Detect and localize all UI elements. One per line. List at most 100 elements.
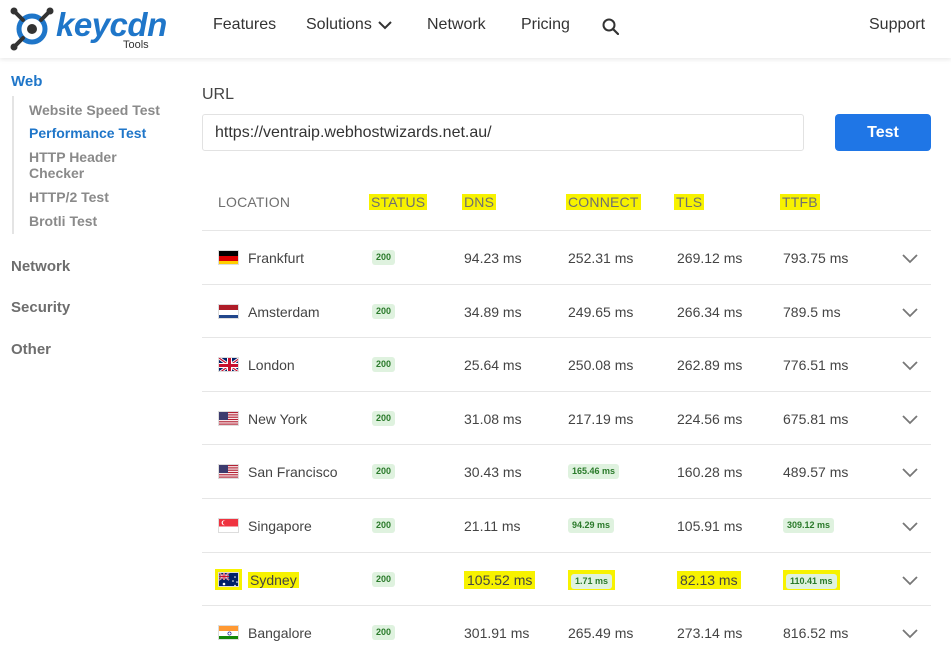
connect-cell: 250.08 ms: [568, 338, 633, 391]
tls-cell: 82.13 ms: [677, 553, 741, 606]
sidebar-item-http-header-checker[interactable]: HTTP Header Checker: [29, 149, 129, 181]
search-icon[interactable]: [602, 18, 619, 35]
dns-cell: 105.52 ms: [464, 553, 536, 606]
table-row-san-francisco[interactable]: San Francisco 200 30.43 ms 165.46 ms 160.28 …: [202, 445, 931, 498]
nav-features[interactable]: Features: [213, 16, 276, 34]
status-cell: 200: [372, 338, 396, 391]
dns-cell: 301.91 ms: [464, 606, 529, 659]
ttfb-cell: 489.57 ms: [783, 445, 848, 498]
status-value: 200: [372, 572, 396, 587]
sidebar-item-performance-test[interactable]: Performance Test: [29, 125, 169, 141]
tls-value: 269.12 ms: [677, 249, 743, 266]
chevron-down-icon: [378, 21, 392, 30]
table-row-sydney[interactable]: Sydney 200 105.52 ms 1.71 ms 82.13 ms 110.41 …: [202, 553, 931, 606]
table-row-new-york[interactable]: New York 200 31.08 ms 217.19 ms 224.56 ms 675…: [202, 392, 931, 445]
url-input[interactable]: [202, 114, 804, 151]
location-name: Bangalore: [248, 624, 312, 641]
netherlands-flag-icon: [218, 304, 239, 319]
nav-network[interactable]: Network: [427, 16, 486, 34]
dns-cell: 94.23 ms: [464, 231, 522, 284]
status-value: 200: [372, 304, 396, 319]
sidebar-section-other[interactable]: Other: [11, 341, 51, 358]
us-flag-icon: [218, 411, 239, 426]
status-cell: 200: [372, 606, 396, 659]
chevron-down-icon[interactable]: [901, 249, 919, 267]
highlight-mark: 105.52 ms: [464, 570, 536, 589]
status-value: 200: [372, 357, 396, 372]
column-header-status: STATUS: [369, 194, 428, 210]
status-cell: 200: [372, 445, 396, 498]
connect-cell: 94.29 ms: [568, 499, 615, 552]
connect-cell: 252.31 ms: [568, 231, 633, 284]
sidebar-item-http2-test[interactable]: HTTP/2 Test: [29, 189, 169, 205]
sidebar-item-brotli-test[interactable]: Brotli Test: [29, 213, 169, 229]
tls-value: 266.34 ms: [677, 303, 743, 320]
dns-value: 31.08 ms: [464, 410, 522, 427]
tls-value: 273.14 ms: [677, 624, 743, 641]
location-name: Singapore: [248, 517, 312, 534]
column-header-connect: CONNECT: [566, 194, 641, 210]
column-header-location: LOCATION: [218, 194, 291, 210]
column-header-ttfb: TTFB: [780, 194, 820, 210]
highlight-mark: 110.41 ms: [783, 569, 840, 590]
location-cell: Amsterdam: [218, 285, 320, 338]
location-cell: London: [218, 338, 295, 391]
ttfb-cell: 675.81 ms: [783, 392, 848, 445]
table-row-amsterdam[interactable]: Amsterdam 200 34.89 ms 249.65 ms 266.34 ms 78…: [202, 285, 931, 338]
sidebar-section-security[interactable]: Security: [11, 299, 70, 316]
ttfb-value: 789.5 ms: [783, 303, 841, 320]
column-header-tls: TLS: [674, 194, 705, 210]
ttfb-cell: 793.75 ms: [783, 231, 848, 284]
chevron-down-icon[interactable]: [901, 624, 919, 642]
uk-flag-icon: [218, 357, 239, 372]
us-flag-icon: [218, 464, 239, 479]
chevron-down-icon[interactable]: [901, 410, 919, 428]
connect-cell: 265.49 ms: [568, 606, 633, 659]
tls-value: 160.28 ms: [677, 463, 743, 480]
tls-cell: 160.28 ms: [677, 445, 742, 498]
status-value: 200: [372, 250, 396, 265]
singapore-flag-icon: [218, 518, 239, 533]
status-cell: 200: [372, 499, 396, 552]
germany-flag-icon: [218, 250, 239, 265]
chevron-down-icon[interactable]: [901, 303, 919, 321]
highlight-mark: 1.71 ms: [568, 569, 616, 590]
ttfb-value: 816.52 ms: [783, 624, 849, 641]
table-row-frankfurt[interactable]: Frankfurt 200 94.23 ms 252.31 ms 269.12 ms 79…: [202, 231, 931, 284]
nav-pricing[interactable]: Pricing: [521, 16, 570, 34]
sidebar-item-website-speed-test[interactable]: Website Speed Test: [29, 102, 169, 118]
dns-value: 21.11 ms: [464, 517, 521, 534]
sidebar-section-web[interactable]: Web: [11, 73, 42, 90]
connect-value: 250.08 ms: [568, 356, 634, 373]
ttfb-cell: 816.52 ms: [783, 606, 848, 659]
table-row-bangalore[interactable]: Bangalore 200 301.91 ms 265.49 ms 273.14 ms 8…: [202, 606, 931, 659]
chevron-down-icon[interactable]: [901, 517, 919, 535]
chevron-down-icon[interactable]: [901, 463, 919, 481]
location-name: Frankfurt: [248, 249, 305, 266]
status-cell: 200: [372, 392, 396, 445]
url-label: URL: [202, 86, 235, 103]
nav-solutions[interactable]: Solutions: [306, 16, 392, 34]
location-name: San Francisco: [248, 463, 338, 480]
connect-value: 265.49 ms: [568, 624, 634, 641]
location-cell: Sydney: [215, 553, 299, 606]
keycdn-logo[interactable]: keycdn Tools: [10, 5, 167, 53]
sidebar-section-network[interactable]: Network: [11, 258, 70, 275]
nav-solutions-label: Solutions: [306, 16, 372, 33]
connect-value: 252.31 ms: [568, 249, 634, 266]
australia-flag-icon: [215, 569, 242, 590]
tls-cell: 262.89 ms: [677, 338, 742, 391]
dns-cell: 25.64 ms: [464, 338, 522, 391]
dns-value: 30.43 ms: [464, 463, 522, 480]
ttfb-value: 675.81 ms: [783, 410, 849, 427]
table-row-singapore[interactable]: Singapore 200 21.11 ms 94.29 ms 105.91 ms 309…: [202, 499, 931, 552]
dns-cell: 31.08 ms: [464, 392, 522, 445]
status-value: 200: [372, 464, 396, 479]
table-row-london[interactable]: London 200 25.64 ms 250.08 ms 262.89 ms 776.5…: [202, 338, 931, 391]
test-button[interactable]: Test: [835, 114, 931, 151]
chevron-down-icon[interactable]: [901, 356, 919, 374]
chevron-down-icon[interactable]: [901, 571, 919, 589]
nav-support[interactable]: Support: [869, 16, 925, 34]
location-name: New York: [248, 410, 308, 427]
tls-cell: 269.12 ms: [677, 231, 742, 284]
